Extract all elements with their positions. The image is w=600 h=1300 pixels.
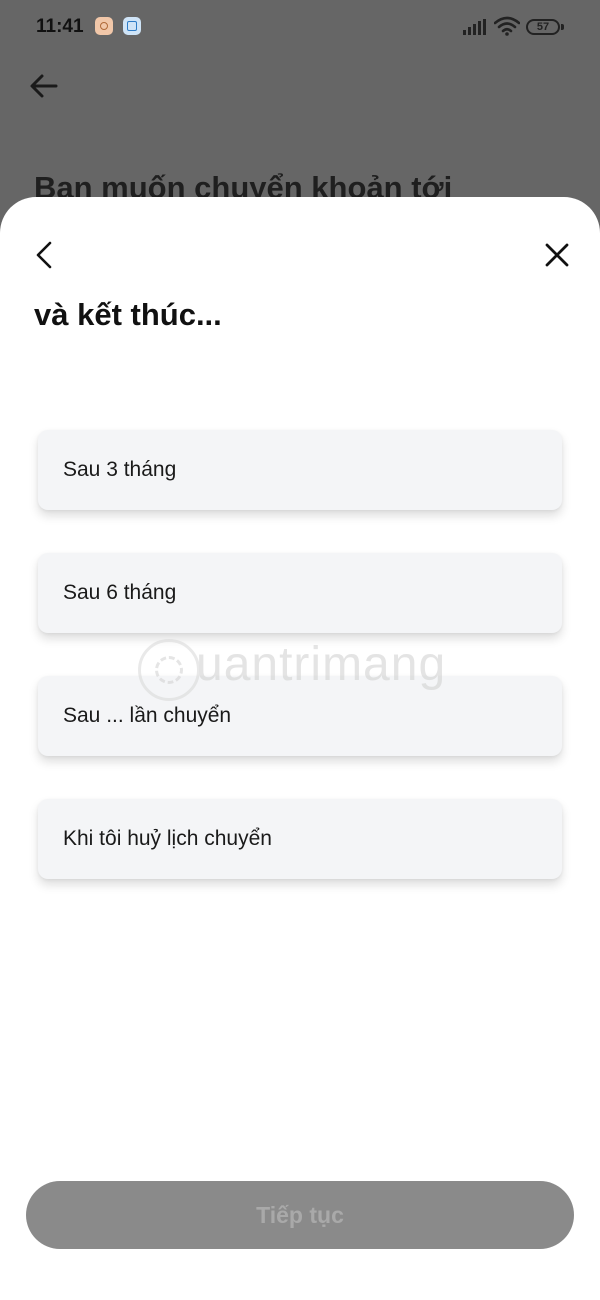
- option-label: Sau 3 tháng: [63, 458, 177, 481]
- close-icon[interactable]: [543, 241, 571, 269]
- notification-app-icon: [95, 17, 113, 35]
- status-time: 11:41: [36, 16, 84, 37]
- option-label: Sau ... lần chuyển: [63, 704, 232, 727]
- battery-icon: 57: [526, 19, 564, 35]
- signal-icon: [463, 19, 486, 35]
- continue-button[interactable]: Tiếp tục: [26, 1181, 574, 1249]
- option-after-6-months[interactable]: Sau 6 tháng: [38, 553, 562, 633]
- option-when-cancel-schedule[interactable]: Khi tôi huỷ lịch chuyển: [38, 799, 562, 879]
- background-back-arrow-icon: [30, 74, 58, 98]
- option-label: Sau 6 tháng: [63, 581, 177, 604]
- status-bar: 11:41 57: [0, 0, 600, 56]
- option-after-3-months[interactable]: Sau 3 tháng: [38, 430, 562, 510]
- sheet-title: và kết thúc...: [34, 297, 222, 332]
- option-label: Khi tôi huỷ lịch chuyển: [63, 827, 272, 850]
- notification-app-icon: [123, 17, 141, 35]
- screen: 11:41 57 Bạn muốn chuyển khoản tới và kế…: [0, 0, 600, 1300]
- back-chevron-icon[interactable]: [30, 239, 60, 271]
- option-after-n-transfers[interactable]: Sau ... lần chuyển: [38, 676, 562, 756]
- wifi-icon: [494, 16, 520, 36]
- end-options-list: Sau 3 tháng Sau 6 tháng Sau ... lần chuy…: [38, 430, 562, 922]
- bottom-sheet: và kết thúc... Sau 3 tháng Sau 6 tháng S…: [0, 197, 600, 1300]
